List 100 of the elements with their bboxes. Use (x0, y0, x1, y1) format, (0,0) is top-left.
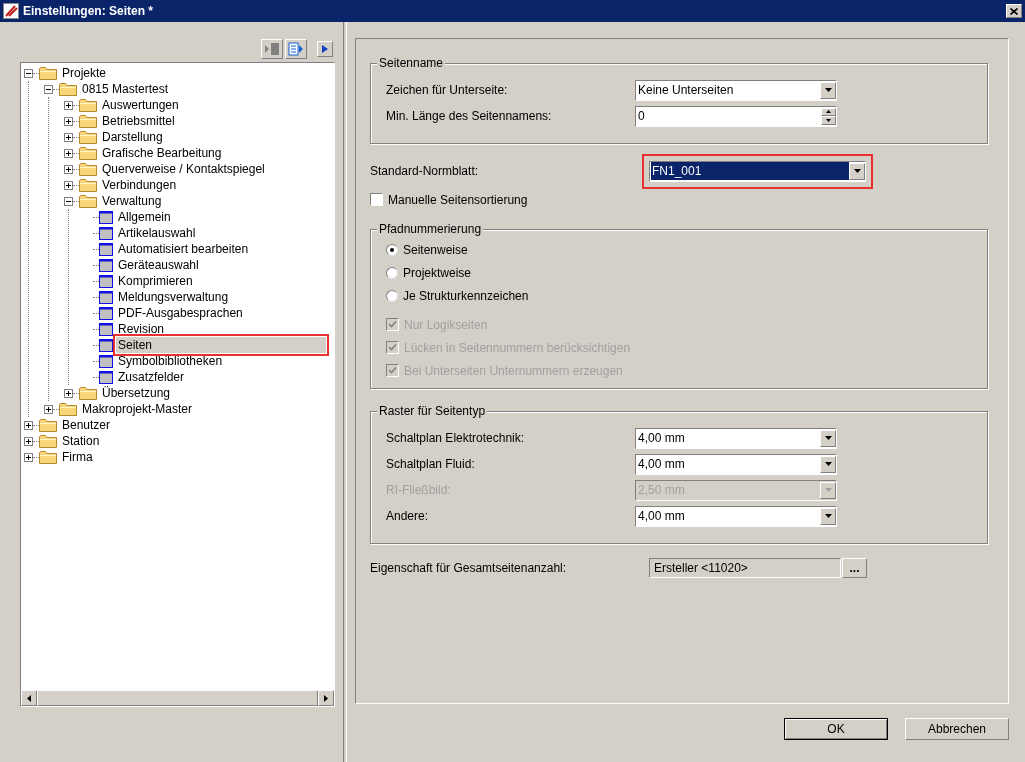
radio-label: Je Strukturkennzeichen (403, 287, 529, 305)
field-label: Zeichen für Unterseite: (385, 82, 509, 99)
tree-item[interactable]: Station (60, 433, 102, 449)
toolbar-button[interactable] (285, 39, 307, 59)
tree-item[interactable]: Projekte (60, 65, 109, 81)
page-icon (99, 370, 113, 384)
field-label: Andere: (385, 508, 430, 525)
caret-icon (824, 436, 832, 440)
radio-button[interactable] (386, 243, 398, 256)
dropdown-arrow-button[interactable] (820, 455, 836, 473)
checkbox[interactable] (370, 193, 383, 206)
plus-icon[interactable] (64, 388, 73, 398)
field-label: Schaltplan Elektrotechnik: (385, 430, 526, 447)
tree-item[interactable]: Querverweise / Kontaktspiegel (100, 161, 267, 177)
field-label: Eigenschaft für Gesamtseitenanzahl: (370, 560, 568, 577)
plus-icon[interactable] (64, 132, 73, 142)
field-label: Schaltplan Fluid: (385, 456, 476, 473)
folder-icon (79, 114, 97, 128)
plus-icon[interactable] (64, 180, 73, 190)
tree-item[interactable]: Verwaltung (100, 193, 164, 209)
tree-item[interactable]: Revision (116, 321, 167, 337)
checkbox-label: Manuelle Seitensortierung (388, 191, 528, 209)
plus-icon[interactable] (64, 164, 73, 174)
caret-icon (824, 514, 832, 518)
toolbar-button[interactable] (317, 41, 333, 57)
tree-item[interactable]: Übersetzung (100, 385, 173, 401)
plus-icon[interactable] (24, 436, 33, 446)
spin-buttons[interactable] (821, 107, 836, 125)
toolbar-button[interactable] (261, 39, 283, 59)
tree-item[interactable]: Geräteauswahl (116, 257, 201, 273)
tree-item[interactable]: Meldungsverwaltung (116, 289, 231, 305)
plus-icon[interactable] (44, 404, 53, 414)
tree-item[interactable]: Seiten (116, 337, 326, 353)
tree-item[interactable]: Makroprojekt-Master (80, 401, 195, 417)
tree-item[interactable]: Artikelauswahl (116, 225, 198, 241)
page-icon (99, 274, 113, 288)
close-button[interactable] (1006, 4, 1022, 18)
folder-icon (79, 130, 97, 144)
tree-item[interactable]: Komprimieren (116, 273, 195, 289)
plus-icon[interactable] (64, 148, 73, 158)
dropdown-arrow-button[interactable] (820, 429, 836, 447)
dropdown-field[interactable]: 4,00 mm (635, 505, 837, 527)
page-icon (99, 226, 113, 240)
group-title: Raster für Seitentyp (377, 403, 488, 419)
tree-item[interactable]: PDF-Ausgabesprachen (116, 305, 245, 321)
tree-item[interactable]: Verbindungen (100, 177, 179, 193)
tree-item[interactable]: Symbolbibliotheken (116, 353, 225, 369)
window-title: Einstellungen: Seiten * (23, 3, 155, 20)
dropdown-field[interactable]: FN1_001 (649, 160, 866, 182)
dropdown-field[interactable]: 4,00 mm (635, 427, 837, 449)
folder-icon (59, 402, 77, 416)
browse-button[interactable]: ... (842, 558, 867, 578)
folder-icon (79, 146, 97, 160)
minus-icon[interactable] (44, 84, 53, 94)
field-label: Min. Länge des Seitennamens: (385, 108, 553, 125)
tree-item[interactable]: 0815 Mastertest (80, 81, 171, 97)
plus-icon[interactable] (24, 452, 33, 462)
folder-icon (79, 162, 97, 176)
minus-icon[interactable] (24, 68, 33, 78)
radio-button[interactable] (386, 266, 398, 279)
plus-icon[interactable] (64, 100, 73, 110)
radio-button[interactable] (386, 289, 398, 302)
dialog-button[interactable]: OK (784, 718, 888, 740)
page-icon (99, 338, 113, 352)
right-arrow-icon (324, 694, 328, 702)
tree-item[interactable]: Benutzer (60, 417, 113, 433)
close-icon (1010, 7, 1018, 15)
page-icon (99, 322, 113, 336)
caret-icon (824, 462, 832, 466)
dropdown-field[interactable]: Keine Unterseiten (635, 79, 837, 101)
dialog-button[interactable]: Abbrechen (905, 718, 1009, 740)
tree-item[interactable]: Grafische Bearbeitung (100, 145, 224, 161)
folder-icon (39, 418, 57, 432)
tree-item[interactable]: Betriebsmittel (100, 113, 177, 129)
dropdown-arrow-button[interactable] (820, 81, 836, 99)
folder-icon (39, 450, 57, 464)
tree-item[interactable]: Zusatzfelder (116, 369, 187, 385)
radio-label: Projektweise (403, 264, 472, 282)
dropdown-field[interactable]: 4,00 mm (635, 453, 837, 475)
left-arrow-icon (27, 694, 31, 702)
tree-item[interactable]: Auswertungen (100, 97, 181, 113)
minus-icon[interactable] (64, 196, 73, 206)
play-icon (321, 45, 329, 53)
horizontal-scrollbar[interactable] (21, 690, 334, 706)
number-field[interactable]: 0 (635, 105, 837, 127)
page-icon (99, 242, 113, 256)
plus-icon[interactable] (24, 420, 33, 430)
dropdown-arrow-button[interactable] (820, 507, 836, 525)
folder-icon (79, 386, 97, 400)
plus-icon[interactable] (64, 116, 73, 126)
tree-item[interactable]: Allgemein (116, 209, 173, 225)
dropdown-arrow-button[interactable] (849, 162, 865, 180)
page-icon (99, 354, 113, 368)
page-arrow-icon (264, 42, 280, 56)
caret-icon (824, 488, 832, 492)
tree-item[interactable]: Automatisiert bearbeiten (116, 241, 251, 257)
tree-item[interactable]: Darstellung (100, 129, 165, 145)
tree-item[interactable]: Firma (60, 449, 95, 465)
folder-icon (39, 66, 57, 80)
page-icon (99, 290, 113, 304)
